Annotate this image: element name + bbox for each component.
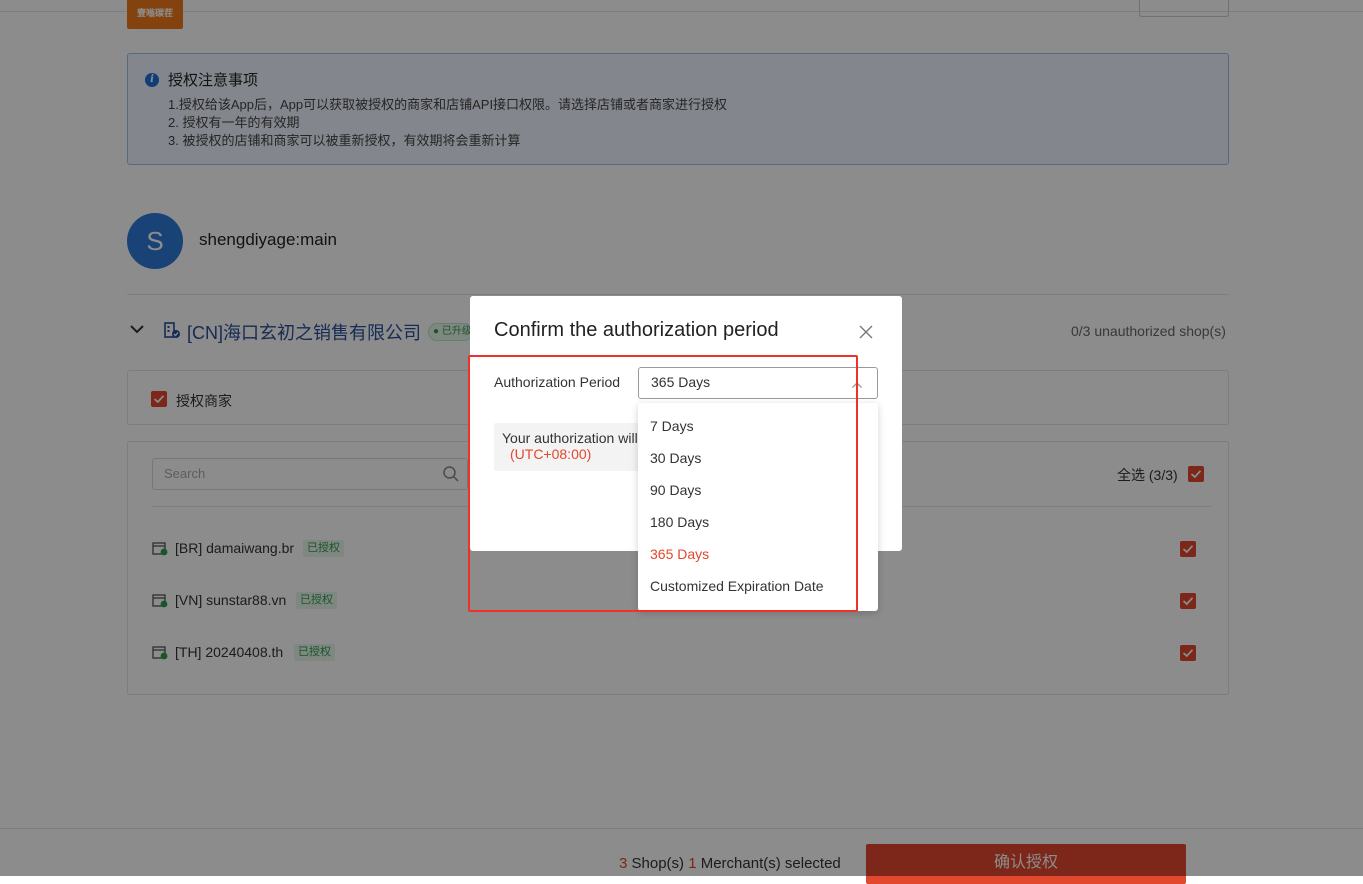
modal-title: Confirm the authorization period [494,319,779,341]
highlight-annotation-box [468,355,858,612]
close-icon[interactable] [858,324,874,340]
